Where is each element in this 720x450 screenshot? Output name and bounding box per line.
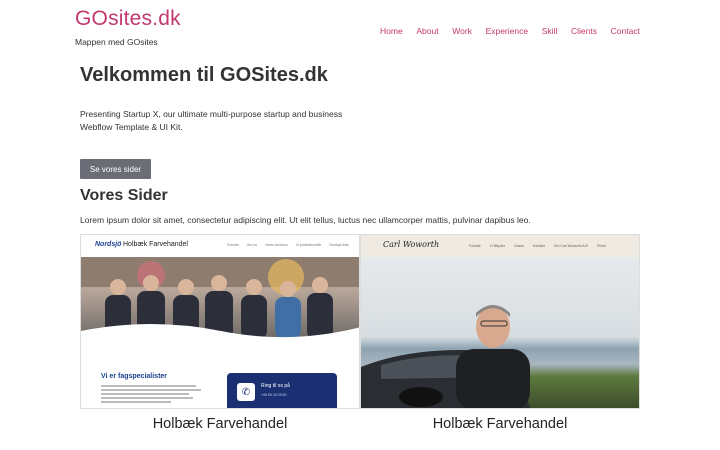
call-us-box: ✆ Ring til os på +45 59 43 09 60 [227,373,337,408]
nav-experience[interactable]: Experience [486,26,529,36]
card-title[interactable]: Holbæk Farvehandel [360,416,640,432]
screenshot-nav-item: Nordsjö-liste [329,243,349,247]
screenshot-nav: Forside Vi tilbyder Cases Kontakt Om Car… [469,244,606,248]
site-screenshot[interactable]: Nordsjö Holbæk Farvehandel Forside Om os… [80,234,360,409]
screenshot-heading: Vi er fagspecialister [101,373,168,380]
nordsjo-logo: Nordsjö [95,241,122,248]
screenshot-nav-item: Cases [513,244,524,248]
hero-text: Presenting Startup X, our ultimate multi… [80,109,343,132]
section-text: Lorem ipsum dolor sit amet, consectetur … [80,215,531,225]
screenshot-nav-item: Vi tilbyder [489,244,505,248]
phone-icon: ✆ [237,383,255,401]
nav-work[interactable]: Work [452,26,472,36]
nav-contact[interactable]: Contact [611,26,640,36]
screenshot-brand: Holbæk Farvehandel [123,241,188,248]
see-our-sites-button[interactable]: Se vores sider [80,159,151,179]
nav-skill[interactable]: Skill [542,26,558,36]
call-us-label: Ring til os på [261,383,290,389]
owner-car-illustration [361,305,531,408]
nav-home[interactable]: Home [380,26,403,36]
screenshot-nav-item: Om Carl Woworth A/S [553,244,588,248]
screenshot-nav: Forside Om os Vores services Vi professi… [227,243,349,247]
staff-group-photo [81,257,359,339]
nav-clients[interactable]: Clients [571,26,597,36]
screenshot-paragraph [101,385,201,405]
site-tagline: Mappen med GOsites [75,37,158,47]
section-title: Vores Sider [80,187,168,204]
screenshot-nav-item: Forside [227,243,239,247]
main-nav: Home About Work Experience Skill Clients… [380,26,640,36]
card-title[interactable]: Holbæk Farvehandel [80,416,360,432]
staff-group-illustration [81,257,359,339]
site-screenshot[interactable]: Carl Woworth Forside Vi tilbyder Cases K… [360,234,640,409]
nav-about[interactable]: About [416,26,438,36]
site-logo[interactable]: GOsites.dk [75,7,181,31]
screenshot-nav-item: Vores services [264,243,288,247]
site-card-holbaek-farvehandel[interactable]: Nordsjö Holbæk Farvehandel Forside Om os… [80,234,360,434]
screenshot-nav-item: Om os [246,243,257,247]
screenshot-nav-item: Vi professionelle [295,243,322,247]
site-header: GOsites.dk Mappen med GOsites Home About… [0,0,720,56]
screenshot-nav-item: Forside [469,244,481,248]
screenshot-header: Nordsjö Holbæk Farvehandel Forside Om os… [81,235,359,257]
owner-car-photo [361,257,639,408]
carl-woworth-logo: Carl Woworth [383,240,440,249]
call-us-number: +45 59 43 09 60 [261,393,287,397]
screenshot-nav-item: Kontakt [532,244,545,248]
screenshot-nav-item: Priser [596,244,607,248]
site-card-holbaek-farvehandel-2[interactable]: Carl Woworth Forside Vi tilbyder Cases K… [360,234,640,434]
hero-title: Velkommen til GOSites.dk [80,64,328,86]
screenshot-header: Carl Woworth Forside Vi tilbyder Cases K… [361,235,639,257]
